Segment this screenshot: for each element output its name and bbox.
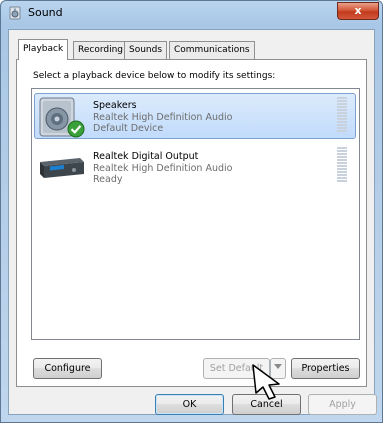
device-name: Realtek Digital Output: [93, 151, 199, 162]
ok-button[interactable]: OK: [155, 394, 224, 415]
volume-meter: [337, 147, 347, 183]
device-driver: Realtek High Definition Audio: [93, 163, 233, 174]
default-device-check-icon: [67, 120, 85, 138]
device-name: Speakers: [93, 100, 137, 111]
close-button[interactable]: x: [337, 2, 379, 20]
device-status: Ready: [93, 174, 123, 185]
volume-meter: [337, 97, 347, 133]
sound-speaker-icon: [9, 6, 21, 20]
instruction-text: Select a playback device below to modify…: [33, 71, 276, 81]
device-status: Default Device: [93, 123, 164, 134]
hand-cursor-icon: [252, 364, 280, 400]
properties-button[interactable]: Properties: [291, 358, 360, 379]
digital-output-icon: [40, 158, 84, 178]
tab-playback[interactable]: Playback: [18, 39, 69, 60]
window-title: Sound: [28, 6, 63, 19]
apply-button[interactable]: Apply: [308, 394, 377, 415]
tab-communications[interactable]: Communications: [169, 41, 255, 59]
device-driver: Realtek High Definition Audio: [93, 112, 233, 123]
tab-sounds[interactable]: Sounds: [124, 41, 168, 59]
configure-button[interactable]: Configure: [33, 358, 102, 379]
tab-recording[interactable]: Recording: [73, 41, 129, 59]
